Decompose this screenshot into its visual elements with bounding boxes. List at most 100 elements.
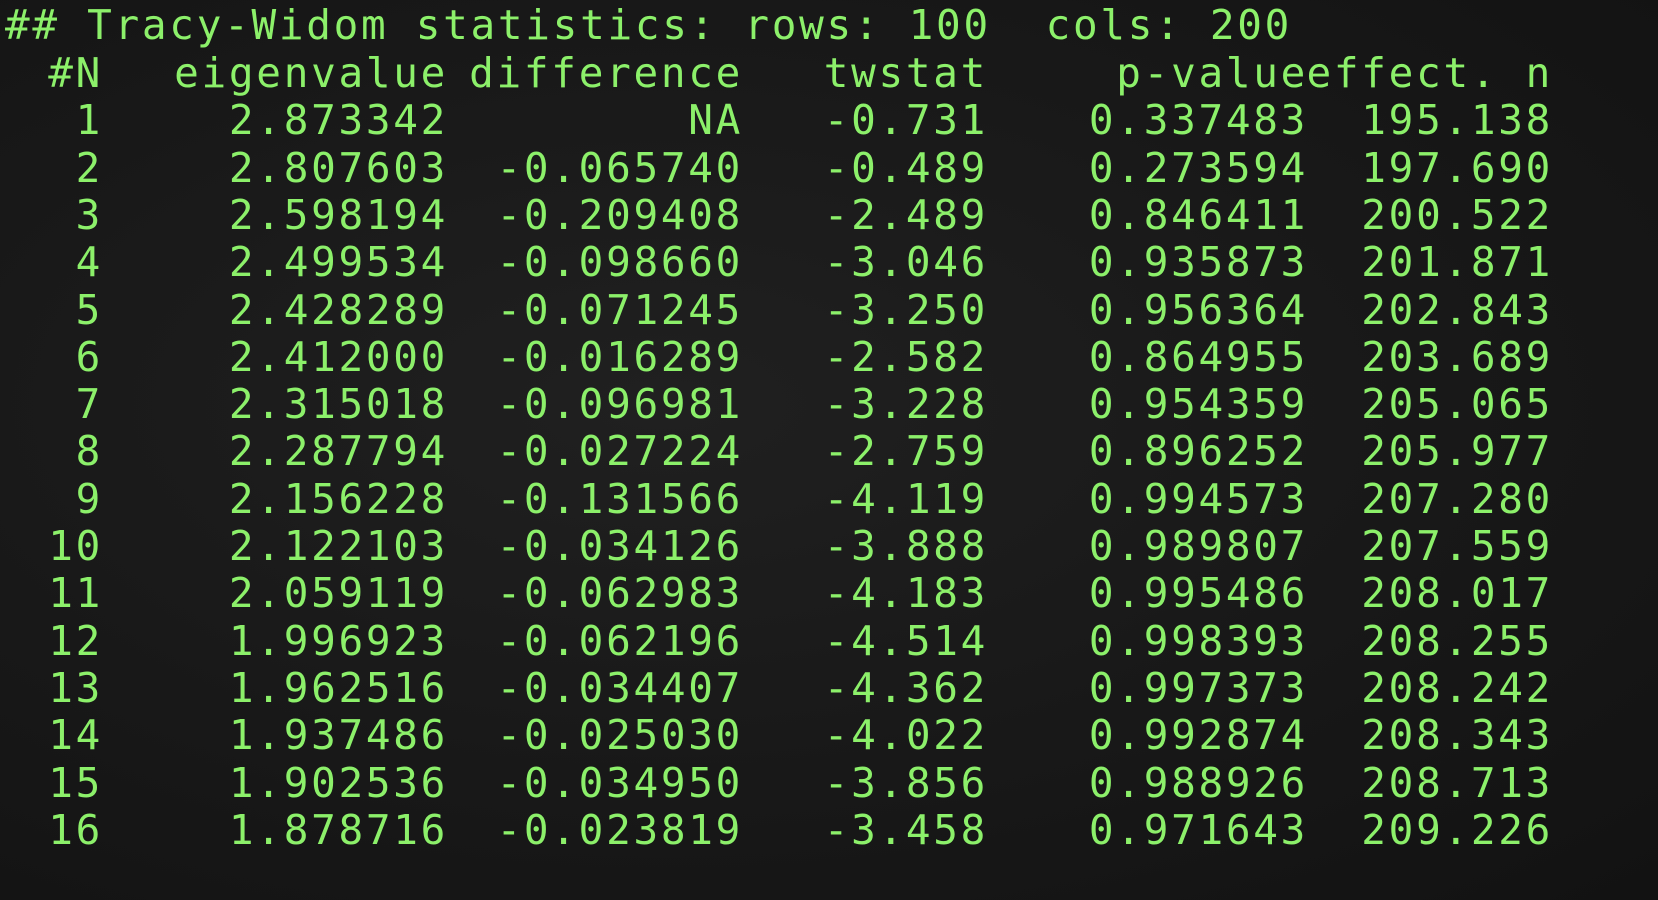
cell-difference: -0.034407: [496, 663, 743, 712]
cell-difference: -0.131566: [496, 474, 743, 523]
cell-difference: -0.016289: [496, 332, 743, 381]
terminal-output: ## Tracy-Widom statistics: rows: 100 col…: [0, 0, 1658, 900]
cell-p-value: 0.956364: [1088, 285, 1308, 334]
cell-twstat: -3.250: [823, 285, 988, 334]
cell-eigenvalue: 2.122103: [228, 522, 448, 570]
cell-eigenvalue: 1.902536: [228, 758, 448, 807]
cell-p-value: 0.971643: [1088, 805, 1308, 854]
table-row: 2 2.807603 -0.065740 -0.489 0.273594 197.690: [5, 143, 1645, 193]
cell-n: 12: [48, 616, 103, 665]
cell-n: 8: [75, 427, 103, 476]
cell-effect-n: 208.255: [1361, 616, 1553, 665]
cell-n: 6: [75, 332, 103, 381]
cell-effect-n: 197.690: [1361, 143, 1553, 192]
cell-eigenvalue: 2.156228: [228, 474, 448, 523]
cell-n: 2: [75, 143, 103, 192]
cell-n: 7: [75, 380, 103, 429]
cell-twstat: -4.022: [823, 711, 988, 760]
cell-n: 10: [48, 522, 103, 570]
table-header: #N eigenvalue difference twstat p-value effec…: [5, 48, 1645, 98]
cell-eigenvalue: 2.412000: [228, 332, 448, 381]
cell-twstat: -4.514: [823, 616, 988, 665]
cell-twstat: -0.731: [823, 96, 988, 145]
table-row: 3 2.598194 -0.209408 -2.489 0.846411 200.522: [5, 190, 1645, 240]
cell-effect-n: 208.343: [1361, 711, 1553, 760]
cell-twstat: -4.362: [823, 663, 988, 712]
cell-n: 3: [75, 190, 103, 239]
cell-n: 4: [75, 238, 103, 287]
cell-p-value: 0.954359: [1088, 380, 1308, 429]
cell-eigenvalue: 2.873342: [228, 96, 448, 145]
cell-p-value: 0.988926: [1088, 758, 1308, 807]
cell-twstat: -3.228: [823, 380, 988, 429]
cell-difference: -0.098660: [496, 238, 743, 287]
cell-difference: NA: [688, 96, 743, 145]
table-row: 6 2.412000 -0.016289 -2.582 0.864955 203.689: [5, 332, 1645, 382]
output-title: ## Tracy-Widom statistics: rows: 100 col…: [5, 1, 1293, 49]
cell-difference: -0.027224: [496, 427, 743, 476]
cell-difference: -0.062983: [496, 569, 743, 618]
cell-p-value: 0.273594: [1088, 143, 1308, 192]
cell-p-value: 0.337483: [1088, 96, 1308, 145]
cell-p-value: 0.935873: [1088, 238, 1308, 287]
header-eigenvalue: eigenvalue: [174, 49, 448, 97]
cell-eigenvalue: 1.878716: [228, 805, 448, 854]
cell-twstat: -0.489: [823, 143, 988, 192]
cell-effect-n: 195.138: [1361, 96, 1553, 145]
cell-twstat: -2.489: [823, 190, 988, 239]
cell-eigenvalue: 1.996923: [228, 616, 448, 665]
cell-effect-n: 205.977: [1361, 427, 1553, 476]
cell-effect-n: 207.280: [1361, 474, 1553, 523]
cell-p-value: 0.998393: [1088, 616, 1308, 665]
table-row: 8 2.287794 -0.027224 -2.759 0.896252 205.977: [5, 426, 1645, 476]
cell-p-value: 0.992874: [1088, 711, 1308, 760]
cell-eigenvalue: 2.598194: [228, 190, 448, 239]
header-difference: difference: [469, 49, 743, 97]
table-row: 7 2.315018 -0.096981 -3.228 0.954359 205.065: [5, 379, 1645, 429]
table-row: 16 1.878716 -0.023819 -3.458 0.971643 209.226: [5, 805, 1645, 855]
cell-eigenvalue: 2.428289: [228, 285, 448, 334]
cell-effect-n: 207.559: [1361, 522, 1553, 570]
cell-effect-n: 203.689: [1361, 332, 1553, 381]
cell-effect-n: 208.713: [1361, 758, 1553, 807]
table-row: 10 2.122103 -0.034126 -3.888 0.989807 207.559: [5, 521, 1645, 571]
cell-n: 5: [75, 285, 103, 334]
cell-difference: -0.065740: [496, 143, 743, 192]
cell-p-value: 0.997373: [1088, 663, 1308, 712]
cell-difference: -0.023819: [496, 805, 743, 854]
cell-eigenvalue: 1.937486: [228, 711, 448, 760]
cell-n: 9: [75, 474, 103, 523]
header-p-value: p-value: [1116, 49, 1308, 97]
cell-effect-n: 208.017: [1361, 569, 1553, 618]
cell-n: 13: [48, 663, 103, 712]
cell-effect-n: 200.522: [1361, 190, 1553, 239]
header-effect-n: effect. n: [1306, 49, 1553, 97]
cell-n: 14: [48, 711, 103, 760]
cell-twstat: -3.046: [823, 238, 988, 287]
table-row: 11 2.059119 -0.062983 -4.183 0.995486 208.017: [5, 568, 1645, 618]
header-twstat: twstat: [823, 49, 988, 97]
cell-n: 1: [75, 96, 103, 145]
table-row: 14 1.937486 -0.025030 -4.022 0.992874 208.343: [5, 710, 1645, 760]
cell-twstat: -3.888: [823, 522, 988, 570]
cell-difference: -0.096981: [496, 380, 743, 429]
cell-effect-n: 209.226: [1361, 805, 1553, 854]
cell-twstat: -4.183: [823, 569, 988, 618]
table-row: 13 1.962516 -0.034407 -4.362 0.997373 208.242: [5, 663, 1645, 713]
cell-twstat: -3.458: [823, 805, 988, 854]
cell-n: 16: [48, 805, 103, 854]
cell-eigenvalue: 1.962516: [228, 663, 448, 712]
cell-twstat: -2.759: [823, 427, 988, 476]
cell-effect-n: 208.242: [1361, 663, 1553, 712]
cell-p-value: 0.994573: [1088, 474, 1308, 523]
cell-p-value: 0.896252: [1088, 427, 1308, 476]
cell-eigenvalue: 2.807603: [228, 143, 448, 192]
table-row: 15 1.902536 -0.034950 -3.856 0.988926 208.713: [5, 758, 1645, 808]
cell-effect-n: 205.065: [1361, 380, 1553, 429]
cell-eigenvalue: 2.059119: [228, 569, 448, 618]
cell-difference: -0.209408: [496, 190, 743, 239]
cell-twstat: -3.856: [823, 758, 988, 807]
cell-effect-n: 201.871: [1361, 238, 1553, 287]
cell-p-value: 0.846411: [1088, 190, 1308, 239]
cell-difference: -0.071245: [496, 285, 743, 334]
